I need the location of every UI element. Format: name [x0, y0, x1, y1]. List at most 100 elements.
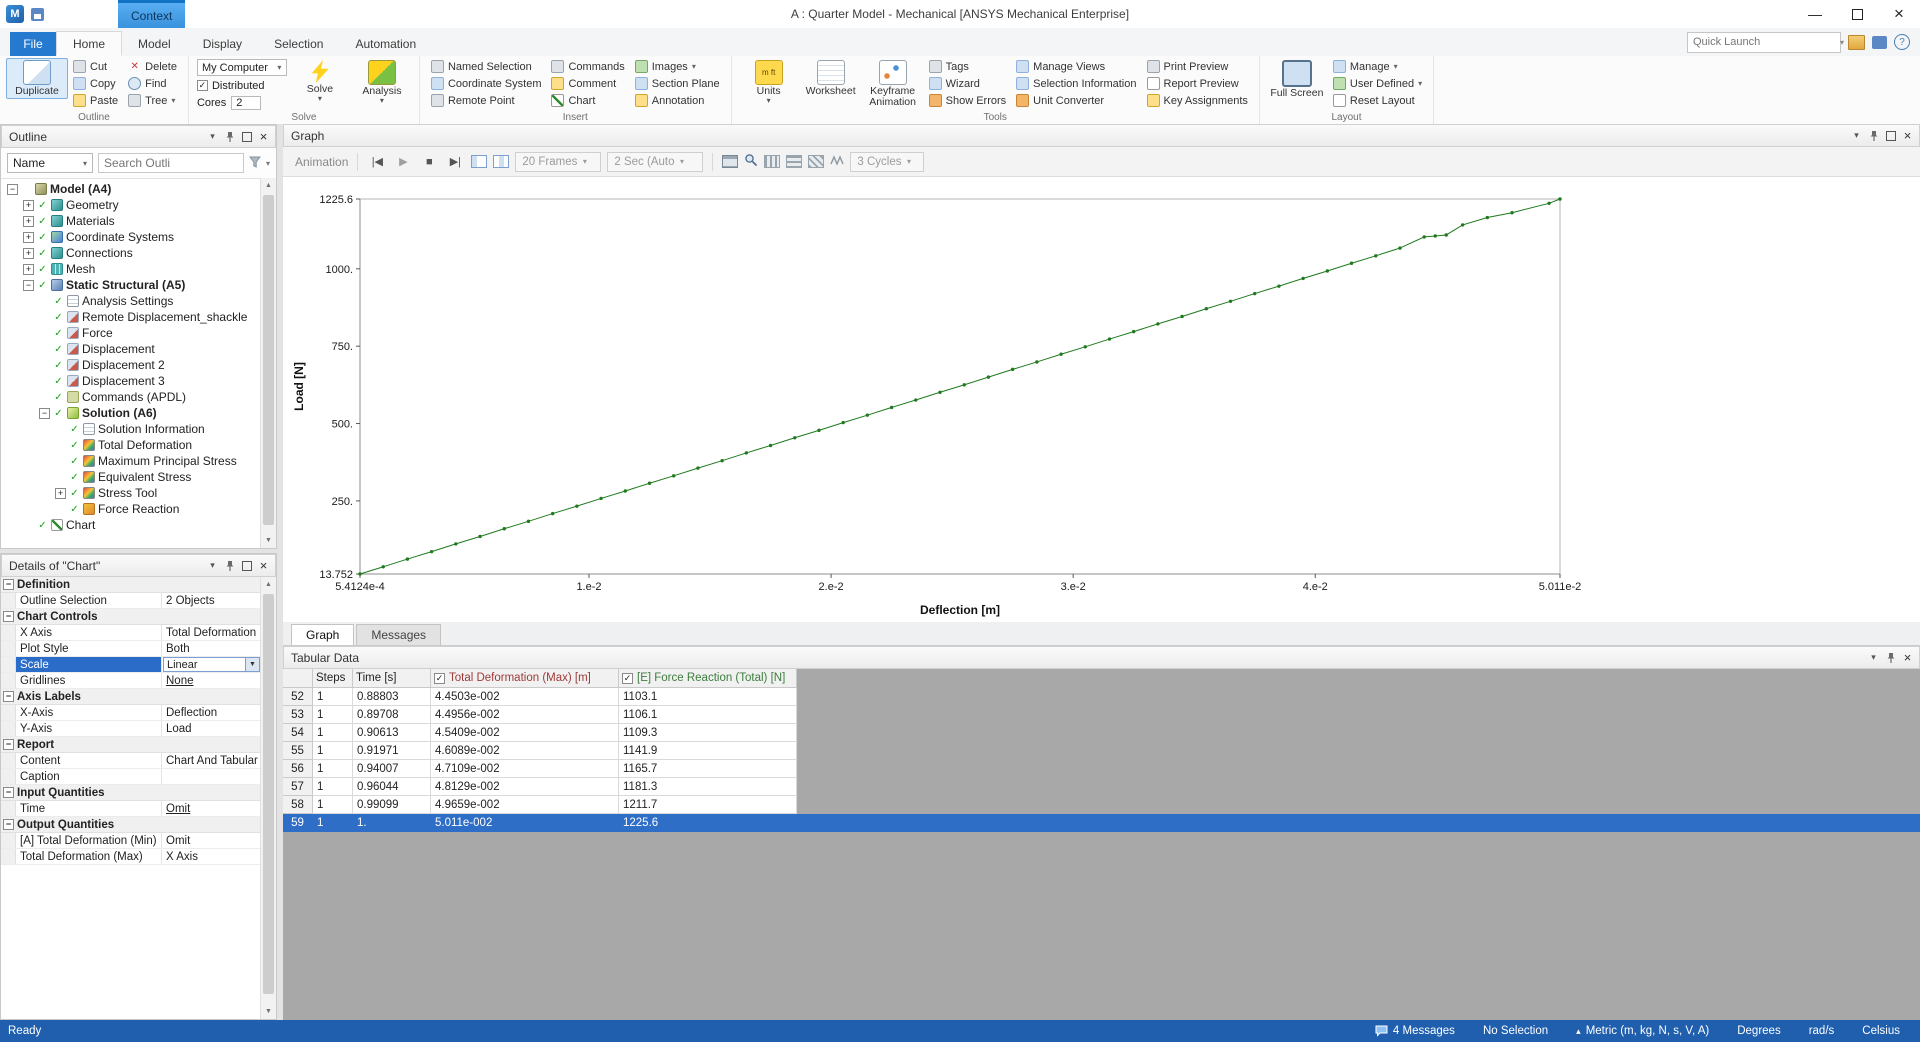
- table-row[interactable]: 57 1 0.96044 4.8129e-002 1181.3: [283, 778, 1920, 796]
- analysis-button[interactable]: Analysis ▾: [351, 58, 413, 107]
- details-row-outline-selection[interactable]: Outline Selection 2 Objects: [1, 593, 261, 609]
- tree-item-coordinate-systems[interactable]: + ✓ Coordinate Systems: [1, 229, 261, 245]
- cycles-dropdown[interactable]: 3 Cycles ▾: [850, 151, 925, 172]
- table-cell[interactable]: 1: [313, 760, 353, 778]
- details-value[interactable]: 2 Objects: [162, 593, 261, 608]
- table-cell[interactable]: 4.4956e-002: [431, 706, 619, 724]
- table-cell[interactable]: 1: [313, 742, 353, 760]
- user-defined-button[interactable]: User Defined ▾: [1330, 75, 1425, 92]
- close-icon[interactable]: ×: [255, 558, 272, 574]
- tree-item-force[interactable]: ✓ Force: [1, 325, 261, 341]
- frames-dropdown[interactable]: 20 Frames ▾: [515, 151, 602, 172]
- outline-scrollbar[interactable]: ▲ ▼: [260, 178, 276, 548]
- details-row-y-axis[interactable]: Y-Axis Load: [1, 721, 261, 737]
- details-scrollbar[interactable]: ▲ ▼: [260, 577, 276, 1019]
- float-icon[interactable]: [238, 558, 255, 574]
- column-header-force[interactable]: ✓ [E] Force Reaction (Total) [N]: [619, 669, 797, 688]
- expand-icon[interactable]: +: [23, 231, 34, 243]
- scrollbar-thumb[interactable]: [263, 594, 274, 994]
- chevron-down-icon[interactable]: ▾: [1848, 128, 1865, 144]
- solve-button[interactable]: Solve ▾: [289, 58, 351, 105]
- chevron-down-icon[interactable]: ▾: [204, 129, 221, 145]
- collapse-icon[interactable]: −: [7, 183, 18, 195]
- details-category-input-quantities[interactable]: − Input Quantities: [1, 785, 261, 801]
- expand-icon[interactable]: +: [55, 487, 66, 499]
- row-number-cell[interactable]: 58: [283, 796, 313, 814]
- keyframe-animation-button[interactable]: Keyframe Animation: [862, 58, 924, 110]
- close-icon[interactable]: ×: [1899, 128, 1916, 144]
- full-screen-button[interactable]: Full Screen: [1266, 58, 1328, 101]
- name-filter-dropdown[interactable]: Name ▾: [7, 153, 93, 173]
- tree-item-connections[interactable]: + ✓ Connections: [1, 245, 261, 261]
- table-row[interactable]: 54 1 0.90613 4.5409e-002 1109.3: [283, 724, 1920, 742]
- close-button[interactable]: ×: [1878, 0, 1920, 28]
- angular-velocity-unit-status[interactable]: rad/s: [1809, 1025, 1835, 1037]
- unit-system-status[interactable]: ▴ Metric (m, kg, N, s, V, A): [1576, 1025, 1709, 1037]
- selection-information-button[interactable]: Selection Information: [1013, 75, 1139, 92]
- details-value[interactable]: Both: [162, 641, 261, 656]
- tree-item-total-deformation[interactable]: ✓ Total Deformation: [1, 437, 261, 453]
- angle-unit-status[interactable]: Degrees: [1737, 1025, 1780, 1037]
- table-cell[interactable]: 1141.9: [619, 742, 797, 760]
- details-value[interactable]: [162, 769, 261, 784]
- details-category-chart-controls[interactable]: − Chart Controls: [1, 609, 261, 625]
- tree-item-model-a4[interactable]: − Model (A4): [1, 181, 261, 197]
- tab-model[interactable]: Model: [122, 32, 187, 56]
- tree-item-analysis-settings[interactable]: ✓ Analysis Settings: [1, 293, 261, 309]
- search-outline-input[interactable]: [99, 156, 243, 170]
- delete-button[interactable]: Delete: [125, 58, 180, 75]
- report-preview-button[interactable]: Report Preview: [1144, 75, 1251, 92]
- chevron-down-icon[interactable]: ▾: [1865, 650, 1882, 666]
- table-row[interactable]: 52 1 0.88803 4.4503e-002 1103.1: [283, 688, 1920, 706]
- play-button[interactable]: ▶: [393, 152, 413, 172]
- duration-dropdown[interactable]: 2 Sec (Auto ▾: [607, 151, 704, 172]
- duplicate-button[interactable]: Duplicate: [6, 58, 68, 99]
- context-tab[interactable]: Context: [118, 0, 186, 28]
- chart-button[interactable]: Chart: [548, 92, 627, 109]
- tree-item-commands-apdl[interactable]: ✓ Commands (APDL): [1, 389, 261, 405]
- chevron-down-icon[interactable]: ▼: [245, 658, 259, 671]
- named-selection-button[interactable]: Named Selection: [428, 58, 545, 75]
- column-header-time[interactable]: Time [s]: [353, 669, 431, 688]
- comment-button[interactable]: Comment: [548, 75, 627, 92]
- tree-item-geometry[interactable]: + ✓ Geometry: [1, 197, 261, 213]
- scroll-down-icon[interactable]: ▼: [261, 1004, 276, 1019]
- maximize-button[interactable]: [1836, 0, 1878, 28]
- details-row-content[interactable]: Content Chart And Tabular ...: [1, 753, 261, 769]
- stop-button[interactable]: ■: [419, 152, 439, 172]
- remote-point-button[interactable]: Remote Point: [428, 92, 545, 109]
- table-cell[interactable]: 0.88803: [353, 688, 431, 706]
- corner-cell[interactable]: [283, 669, 313, 688]
- paste-button[interactable]: Paste: [70, 92, 121, 109]
- table-cell[interactable]: 4.4503e-002: [431, 688, 619, 706]
- float-icon[interactable]: [1882, 128, 1899, 144]
- find-button[interactable]: Find: [125, 75, 180, 92]
- app-icon[interactable]: M: [6, 5, 24, 23]
- collapse-icon[interactable]: −: [3, 579, 14, 590]
- table-row[interactable]: 56 1 0.94007 4.7109e-002 1165.7: [283, 760, 1920, 778]
- table-cell[interactable]: 4.9659e-002: [431, 796, 619, 814]
- section-plane-button[interactable]: Section Plane: [632, 75, 723, 92]
- pin-icon[interactable]: [1865, 128, 1882, 144]
- table-cell[interactable]: 1225.6: [619, 814, 797, 832]
- row-number-cell[interactable]: 53: [283, 706, 313, 724]
- help-icon[interactable]: ?: [1894, 34, 1910, 50]
- details-value[interactable]: None: [162, 673, 261, 688]
- scroll-down-icon[interactable]: ▼: [261, 533, 276, 548]
- table-cell[interactable]: 1165.7: [619, 760, 797, 778]
- tab-messages[interactable]: Messages: [356, 624, 442, 645]
- manage-button[interactable]: Manage ▾: [1330, 58, 1425, 75]
- row-number-cell[interactable]: 55: [283, 742, 313, 760]
- expand-icon[interactable]: +: [23, 199, 34, 211]
- tab-selection[interactable]: Selection: [258, 32, 339, 56]
- tree-item-chart[interactable]: ✓ Chart: [1, 517, 261, 533]
- multi-pane-icon[interactable]: [493, 155, 510, 168]
- open-project-icon[interactable]: [1848, 34, 1865, 50]
- chevron-down-icon[interactable]: ▾: [266, 159, 270, 168]
- split-view-icon[interactable]: [471, 155, 488, 168]
- details-row-gridlines[interactable]: Gridlines None: [1, 673, 261, 689]
- table-cell[interactable]: 0.99099: [353, 796, 431, 814]
- details-value[interactable]: Linear ▼: [162, 657, 261, 672]
- column-header-deformation[interactable]: ✓ Total Deformation (Max) [m]: [431, 669, 619, 688]
- details-category-definition[interactable]: − Definition: [1, 577, 261, 593]
